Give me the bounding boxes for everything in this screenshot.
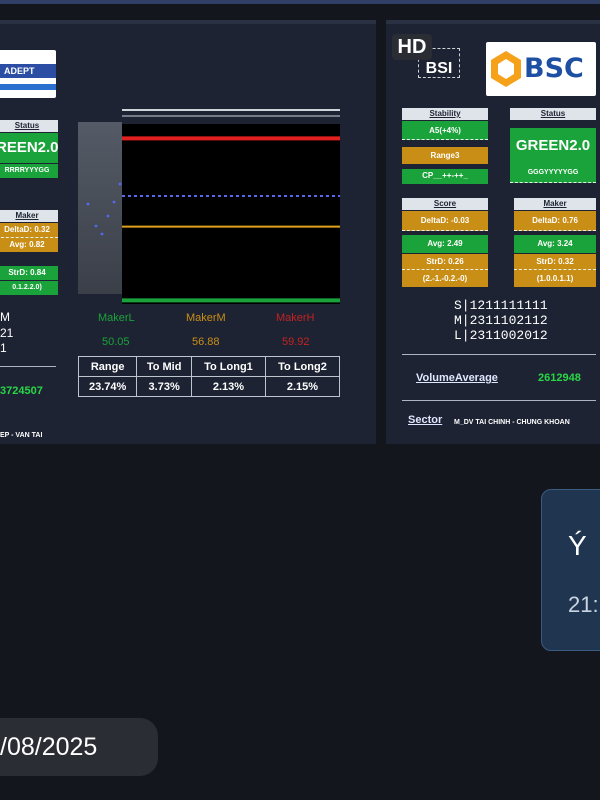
pane-rule (386, 20, 600, 24)
top-bar (0, 0, 600, 4)
volume-average-value: 2612948 (538, 372, 581, 384)
metric-label: To Long2 (264, 356, 341, 377)
date-separator: /08/2025 (0, 718, 158, 776)
slm-line-l: L|2311002012 (454, 328, 548, 343)
divider (0, 366, 56, 367)
metric-value: 3.73% (136, 376, 192, 397)
score-row: Avg: 2.49 (402, 235, 488, 253)
maker-row: StrD: 0.32 (514, 254, 596, 270)
volume-average-link[interactable]: VolumeAverage (416, 371, 498, 385)
bubble-line-1: Ý (568, 530, 587, 561)
metric-value: 2.15% (264, 376, 341, 397)
volume-value: 3724507 (0, 385, 43, 397)
legend-maker-h-value: 59.92 (282, 336, 310, 348)
adept-logo: ADEPT (0, 50, 56, 98)
maker-row: DeltaD: 0.32 (0, 223, 58, 238)
date-text: /08/2025 (0, 733, 98, 761)
score-row: (2.-1.-0.2.-0) (402, 270, 488, 287)
maker-card-title: Maker (514, 198, 596, 210)
status-code: RRRRYYYGG (0, 164, 58, 178)
maker-row: DeltaD: 0.76 (514, 211, 596, 231)
bsc-logo: BSC (486, 42, 596, 96)
status-value: REEN2.0 (0, 133, 58, 163)
sector-link[interactable]: Sector (408, 413, 442, 427)
status-code: GGGYYYYYGG (510, 163, 596, 183)
chart-plot-area (122, 124, 340, 304)
score-card-title: Score (402, 198, 488, 210)
bsc-logo-text: BSC (524, 53, 584, 84)
chart-dot (86, 202, 90, 206)
metrics-label-row: Range To Mid To Long1 To Long2 (77, 356, 341, 377)
legend-maker-l-value: 50.05 (102, 336, 130, 348)
chart-dot (100, 232, 104, 236)
status-value: GREEN2.0 (510, 128, 596, 163)
legend-maker-l: MakerL (98, 312, 135, 324)
chart-dot (106, 214, 110, 218)
score-row: DeltaD: -0.03 (402, 211, 488, 231)
divider (402, 354, 596, 355)
metric-label: To Long1 (190, 356, 266, 377)
slm-line-s: S|1211111111 (454, 298, 548, 313)
legend-maker-m-value: 56.88 (192, 336, 220, 348)
chart-dot (94, 224, 98, 228)
price-chart (86, 109, 340, 304)
logo-text: ADEPT (0, 64, 56, 78)
maker-row: 0.1.2.2.0) (0, 281, 58, 295)
status-card-title: Status (510, 108, 596, 120)
maker-row: (1.0.0.1.1) (514, 270, 596, 287)
chart-dot (112, 200, 116, 204)
metric-value: 2.13% (190, 376, 266, 397)
maker-card-title: Maker (0, 210, 58, 222)
maker-row: Avg: 3.24 (514, 235, 596, 253)
bsc-hex-icon (491, 51, 521, 87)
maker-row: Avg: 0.82 (0, 238, 58, 252)
divider (402, 400, 596, 401)
status-card-title: Status (0, 120, 58, 132)
metrics-value-row: 23.74% 3.73% 2.13% 2.15% (77, 376, 341, 397)
chart-dot (118, 182, 122, 186)
maker-row: StrD: 0.84 (0, 266, 58, 280)
legend-maker-h: MakerH (276, 312, 315, 324)
side-line: 21 (0, 326, 14, 340)
stability-card-title: Stability (402, 108, 488, 120)
sector-value: EP - VAN TAI (0, 432, 43, 439)
stability-row: A5(+4%) (402, 121, 488, 140)
stability-row: Range3 (402, 147, 488, 164)
metrics-table: Range To Mid To Long1 To Long2 23.74% 3.… (77, 356, 341, 397)
metric-label: Range (77, 356, 138, 377)
bubble-line-2: 21: (568, 592, 599, 617)
message-bubble[interactable]: Ý 21: (541, 489, 600, 651)
side-line: M (0, 310, 10, 324)
stability-row: CP__++-++_ (402, 169, 488, 184)
logo-stripe (0, 84, 56, 90)
hd-badge[interactable]: HD (392, 34, 432, 60)
side-line: 1 (0, 341, 7, 355)
right-stock-panel: BSI BSC Stability A5(+4%) Range3 CP__++-… (386, 20, 600, 444)
metric-value: 23.74% (77, 376, 138, 397)
legend-maker-m: MakerM (186, 312, 226, 324)
metric-label: To Mid (136, 356, 192, 377)
score-row: StrD: 0.26 (402, 254, 488, 270)
sector-value: M_DV TAI CHINH - CHUNG KHOAN (454, 419, 570, 426)
slm-line-m: M|2311102112 (454, 313, 548, 328)
pane-rule (0, 20, 376, 24)
